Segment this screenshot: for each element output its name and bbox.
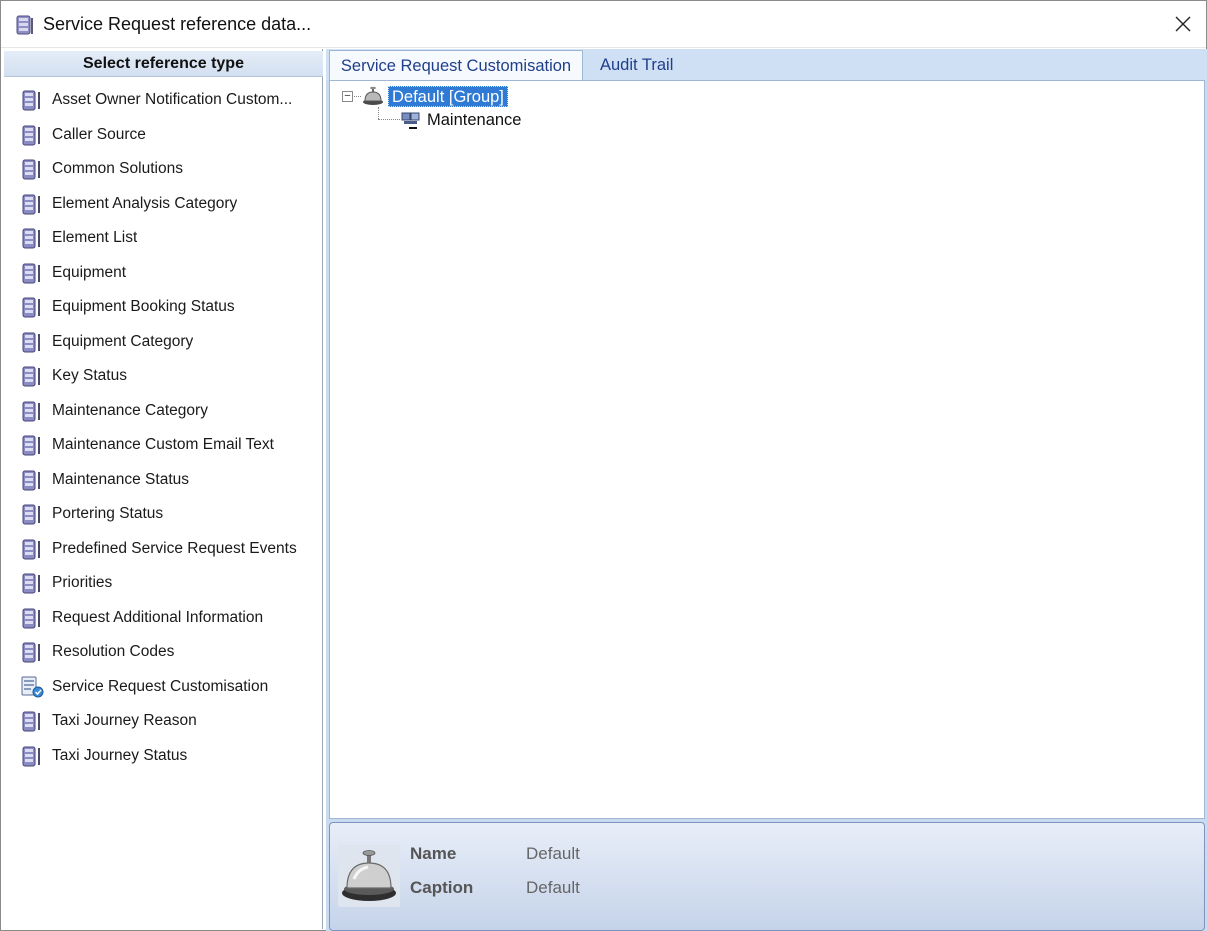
reference-item-label: Request Additional Information [52, 608, 264, 626]
reference-item-label: Common Solutions [52, 160, 183, 178]
reference-item-common-solutions[interactable]: Common Solutions [4, 152, 323, 187]
database-icon [20, 364, 46, 388]
reference-item-label: Equipment Category [52, 332, 194, 350]
reference-item-maintenance-category[interactable]: Maintenance Category [4, 394, 323, 429]
tab-audit-trail[interactable]: Audit Trail [590, 50, 683, 80]
name-label: Name [410, 844, 457, 863]
database-icon [20, 157, 46, 181]
tree-node-maintenance[interactable]: Maintenance [400, 109, 521, 131]
node-detail-panel: Name Default Caption Default [329, 822, 1205, 931]
reference-item-key-status[interactable]: Key Status [4, 359, 323, 394]
window-title: Service Request reference data... [43, 14, 312, 34]
reference-item-label: Element Analysis Category [52, 194, 238, 212]
collapse-toggle[interactable]: − [342, 90, 353, 102]
service-bell-icon [338, 845, 400, 912]
caption-label: Caption [410, 878, 474, 897]
reference-item-label: Portering Status [52, 505, 164, 523]
database-icon [20, 88, 46, 112]
reference-item-label: Maintenance Status [52, 470, 190, 488]
tab-service-request-customisation[interactable]: Service Request Customisation [329, 50, 583, 80]
reference-type-pane: Select reference type Asset Owner Notifi… [4, 49, 323, 929]
tree-node-label: Default [Group] [388, 85, 508, 107]
reference-item-service-request-customisation[interactable]: Service Request Customisation [4, 670, 323, 705]
close-icon [1175, 16, 1191, 32]
reference-item-label: Taxi Journey Status [52, 746, 188, 764]
detail-pane: Service Request Customisation Audit Trai… [326, 49, 1207, 931]
database-icon [20, 123, 46, 147]
database-icon [20, 261, 46, 285]
database-icon [20, 330, 46, 354]
database-icon [20, 468, 46, 492]
reference-item-label: Asset Owner Notification Custom... [52, 91, 293, 109]
database-icon [20, 399, 46, 423]
reference-item-resolution-codes[interactable]: Resolution Codes [4, 635, 323, 670]
reference-item-label: Maintenance Custom Email Text [52, 436, 274, 454]
tree-node-default-group[interactable]: − Default [Group] [342, 85, 508, 107]
reference-item-predefined-service-request-events[interactable]: Predefined Service Request Events [4, 532, 323, 567]
reference-item-taxi-journey-status[interactable]: Taxi Journey Status [4, 739, 323, 774]
database-icon [20, 571, 46, 595]
reference-item-label: Priorities [52, 574, 113, 592]
reference-item-label: Service Request Customisation [52, 677, 269, 695]
reference-item-label: Caller Source [52, 125, 146, 143]
reference-data-window: Service Request reference data... Select… [0, 0, 1207, 931]
tree-connector [354, 95, 361, 97]
reference-item-equipment-booking-status[interactable]: Equipment Booking Status [4, 290, 323, 325]
reference-item-portering-status[interactable]: Portering Status [4, 497, 323, 532]
reference-item-request-additional-information[interactable]: Request Additional Information [4, 601, 323, 636]
reference-item-element-analysis-category[interactable]: Element Analysis Category [4, 187, 323, 222]
database-icon [20, 295, 46, 319]
database-icon [20, 606, 46, 630]
tree-node-label: Maintenance [427, 110, 522, 129]
database-icon [20, 709, 46, 733]
reference-item-element-list[interactable]: Element List [4, 221, 323, 256]
database-icon [20, 192, 46, 216]
reference-item-label: Resolution Codes [52, 643, 175, 661]
reference-item-label: Equipment [52, 263, 127, 281]
database-icon [15, 14, 35, 41]
customisation-icon [20, 675, 46, 699]
reference-item-label: Equipment Booking Status [52, 298, 235, 316]
reference-item-label: Maintenance Category [52, 401, 208, 419]
maintenance-icon [400, 109, 422, 131]
reference-item-equipment[interactable]: Equipment [4, 256, 323, 291]
database-icon [20, 433, 46, 457]
reference-item-maintenance-custom-email-text[interactable]: Maintenance Custom Email Text [4, 428, 323, 463]
reference-item-asset-owner-notification-custom[interactable]: Asset Owner Notification Custom... [4, 83, 323, 118]
name-value: Default [526, 844, 580, 863]
database-icon [20, 744, 46, 768]
database-icon [20, 226, 46, 250]
title-bar: Service Request reference data... [1, 1, 1206, 48]
reference-item-priorities[interactable]: Priorities [4, 566, 323, 601]
reference-item-label: Taxi Journey Reason [52, 712, 197, 730]
caption-value: Default [526, 878, 580, 897]
tree-connector [378, 107, 379, 119]
tree-connector [378, 119, 400, 120]
reference-item-label: Predefined Service Request Events [52, 539, 297, 557]
reference-item-caller-source[interactable]: Caller Source [4, 118, 323, 153]
reference-item-label: Element List [52, 229, 138, 247]
customisation-tree: − Default [Group] Maintenance [329, 80, 1205, 819]
database-icon [20, 502, 46, 526]
reference-item-taxi-journey-reason[interactable]: Taxi Journey Reason [4, 704, 323, 739]
reference-item-label: Key Status [52, 367, 127, 385]
reference-type-list: Asset Owner Notification Custom... Caller… [4, 83, 323, 773]
reference-item-equipment-category[interactable]: Equipment Category [4, 325, 323, 360]
service-bell-icon [362, 86, 384, 106]
reference-item-maintenance-status[interactable]: Maintenance Status [4, 463, 323, 498]
reference-type-header: Select reference type [4, 51, 323, 77]
database-icon [20, 640, 46, 664]
database-icon [20, 537, 46, 561]
close-button[interactable] [1160, 1, 1206, 47]
tab-strip: Service Request Customisation Audit Trai… [326, 49, 1207, 80]
